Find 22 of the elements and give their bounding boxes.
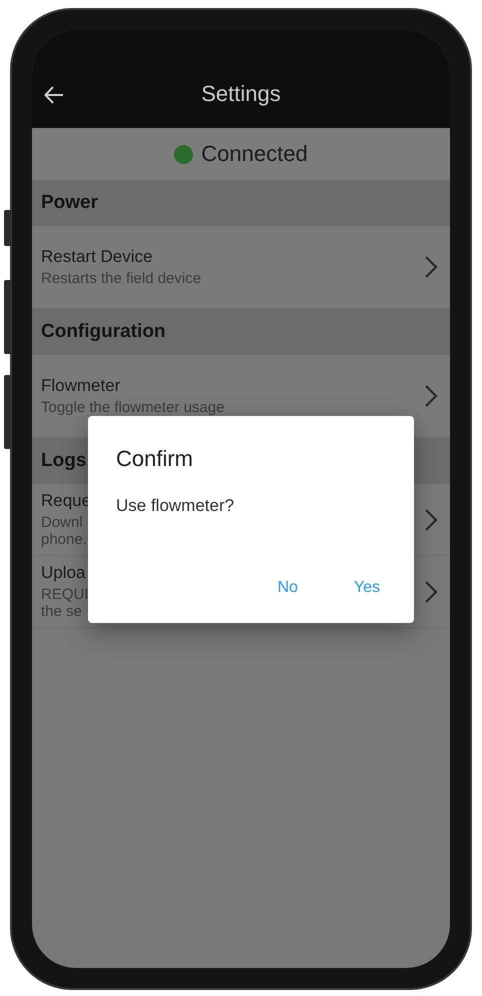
row-subtitle: Restarts the field device [41,270,202,288]
section-header: Configuration [32,309,450,355]
row-subtitle: Downl [41,515,83,532]
row-subtitle: the se [41,604,82,620]
row-subtitle: phone. [41,532,87,548]
connection-status: Connected [201,141,308,167]
dialog-button[interactable]: No [271,575,304,601]
dialog-button[interactable]: Yes [348,575,386,601]
chevron-right-icon [424,255,438,279]
dialog-title: Confirm [116,446,194,472]
chevron-right-icon [424,580,438,604]
chevron-right-icon [424,384,438,408]
section-header: Power [32,180,450,226]
row-title: Uploa [41,563,86,583]
row-subtitle: REQUI [41,587,89,604]
row-title: Flowmeter [41,376,120,396]
screen-title: Settings [201,81,281,107]
back-icon[interactable] [44,86,64,104]
dialog-message: Use flowmeter? [116,496,234,516]
row-title: Restart Device [41,246,152,267]
row-subtitle: Toggle the flowmeter usage [41,400,224,416]
chevron-right-icon [424,508,438,532]
